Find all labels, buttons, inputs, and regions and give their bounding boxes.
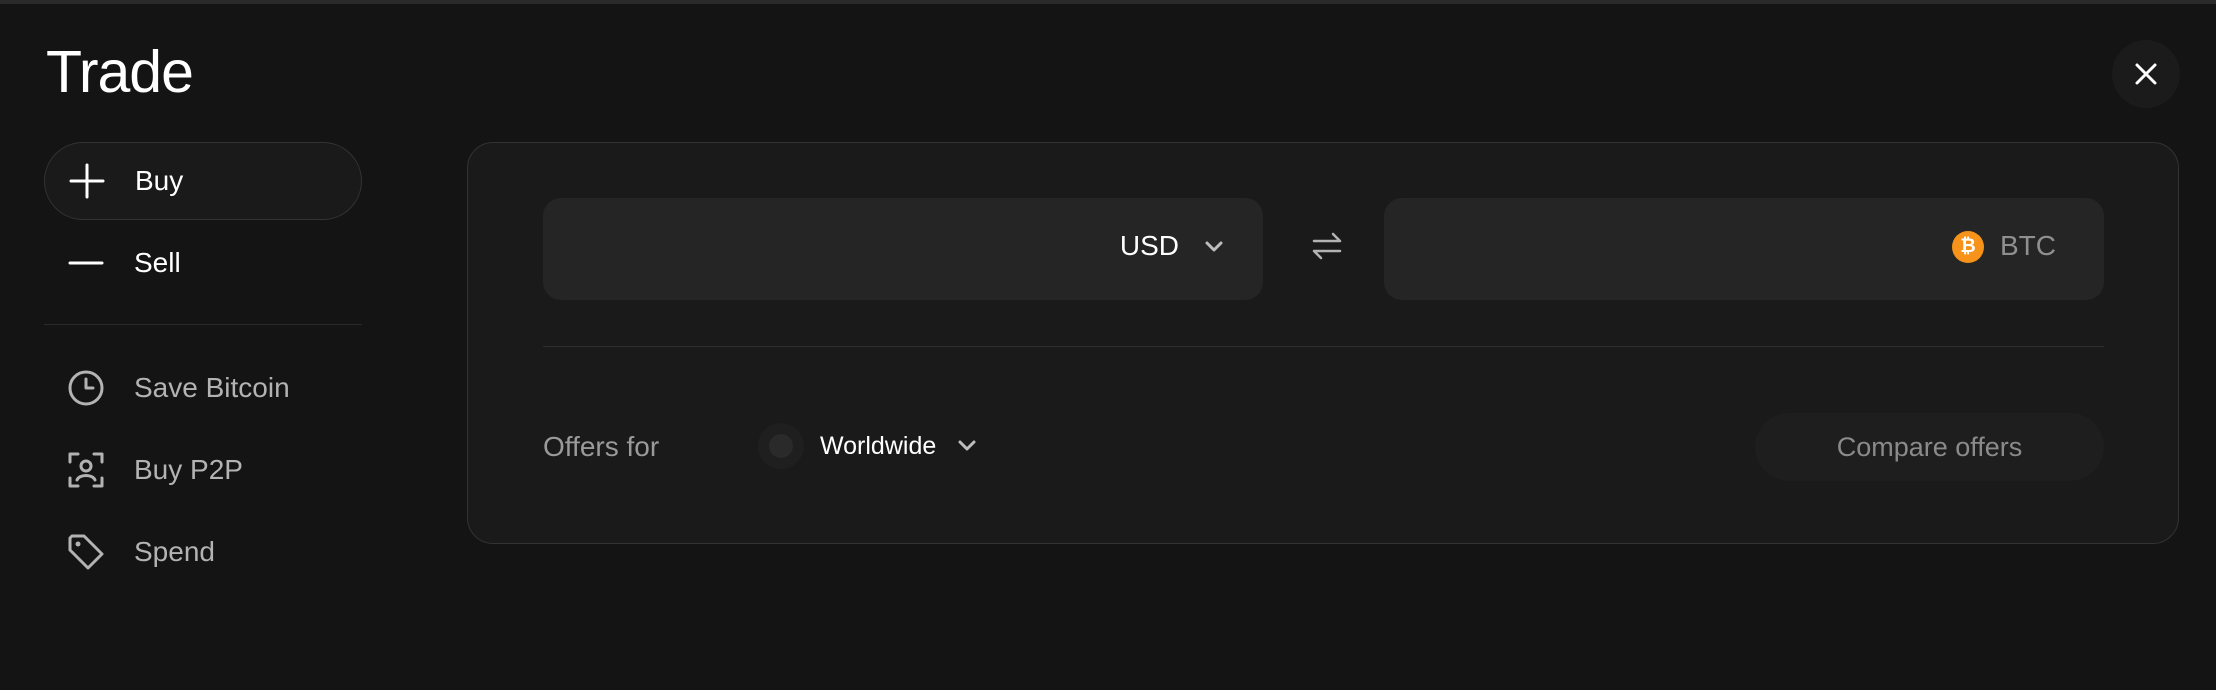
- sidebar-item-label: Buy P2P: [134, 454, 243, 485]
- sidebar: Buy Sell Save Bitcoin Buy P2P Spend: [44, 142, 362, 591]
- panel-divider: [543, 346, 2104, 347]
- fiat-currency-label[interactable]: USD: [1120, 230, 1179, 262]
- sidebar-item-sell[interactable]: Sell: [44, 224, 362, 302]
- sidebar-item-label: Spend: [134, 536, 215, 567]
- chevron-down-icon: [956, 435, 978, 462]
- sidebar-item-label: Sell: [134, 247, 181, 278]
- sidebar-divider: [44, 324, 362, 325]
- top-edge: [0, 0, 2216, 4]
- chevron-down-icon[interactable]: [1203, 236, 1225, 263]
- region-selector[interactable]: Worldwide: [758, 419, 978, 473]
- person-scan-icon: [62, 446, 110, 494]
- sidebar-item-spend[interactable]: Spend: [44, 513, 362, 591]
- bitcoin-icon: ₿: [1952, 231, 1984, 263]
- region-label: Worldwide: [820, 431, 937, 460]
- tag-icon: [62, 528, 110, 576]
- fiat-amount-input[interactable]: USD: [543, 198, 1263, 300]
- offers-label: Offers for: [543, 431, 660, 462]
- minus-icon: [62, 239, 110, 287]
- crypto-currency-label: BTC: [2000, 230, 2056, 261]
- close-button[interactable]: [2112, 40, 2180, 108]
- sidebar-item-save-bitcoin[interactable]: Save Bitcoin: [44, 349, 362, 427]
- page-title: Trade: [46, 39, 194, 105]
- clock-icon: [62, 364, 110, 412]
- sidebar-item-buy[interactable]: Buy: [44, 142, 362, 220]
- compare-offers-button[interactable]: Compare offers: [1755, 413, 2104, 481]
- sidebar-item-label: Save Bitcoin: [134, 372, 290, 403]
- crypto-amount-input[interactable]: ₿ BTC: [1384, 198, 2104, 300]
- sidebar-item-label: Buy: [135, 165, 184, 196]
- swap-arrows-icon: [1312, 232, 1342, 260]
- globe-icon: [758, 423, 804, 469]
- close-icon: [2135, 63, 2157, 85]
- swap-button[interactable]: [1306, 225, 1348, 267]
- plus-icon: [63, 157, 111, 205]
- trade-panel: USD ₿ BTC Offers for Worldwide Compare o…: [467, 142, 2179, 544]
- sidebar-item-buy-p2p[interactable]: Buy P2P: [44, 431, 362, 509]
